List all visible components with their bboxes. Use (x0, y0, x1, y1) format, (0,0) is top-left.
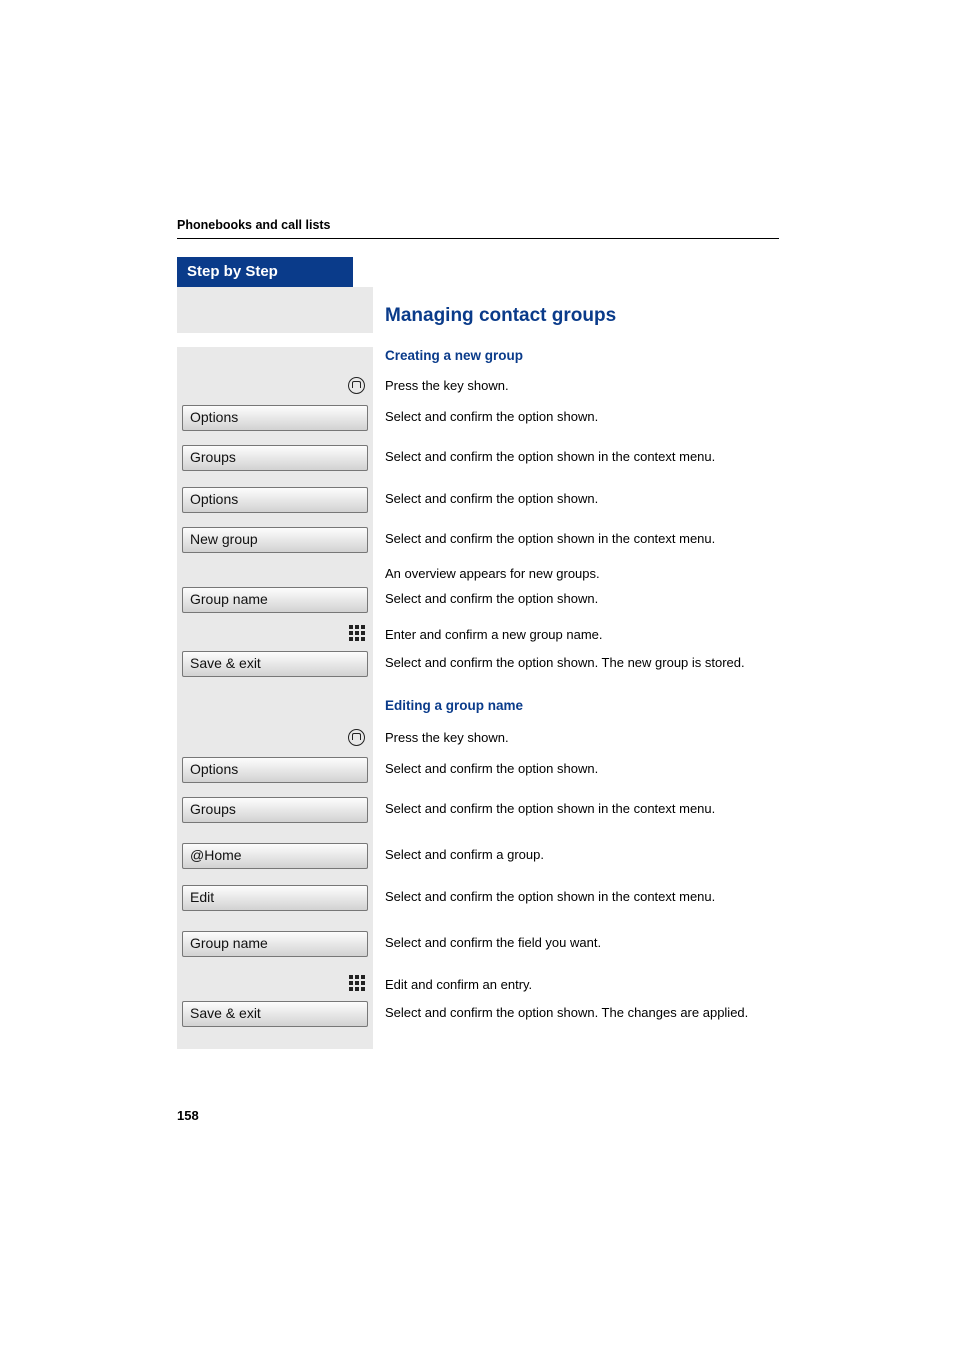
left-cell: Step by Step (177, 257, 373, 287)
step-desc: Press the key shown. (373, 729, 779, 747)
menu-option: Edit (182, 885, 368, 911)
running-header: Phonebooks and call lists (177, 218, 779, 232)
step-desc: Select and confirm the field you want. (373, 929, 779, 952)
step-desc: Select and confirm the option shown in t… (373, 883, 779, 906)
badge-row: Step by Step (177, 257, 779, 287)
step-desc: Press the key shown. (373, 377, 779, 395)
header-rule (177, 238, 779, 239)
step-row: Options Select and confirm the option sh… (177, 483, 779, 525)
step-desc: Edit and confirm an entry. (373, 971, 779, 994)
step-desc: Select and confirm the option shown. (373, 483, 779, 508)
menu-option: Save & exit (182, 1001, 368, 1027)
subsection-heading: Creating a new group (385, 347, 779, 365)
step-row: Group name Select and confirm the option… (177, 585, 779, 621)
step-row: New group Select and confirm the option … (177, 525, 779, 561)
menu-option: Options (182, 757, 368, 783)
document-page: Phonebooks and call lists Step by Step M… (0, 0, 954, 1351)
step-desc: An overview appears for new groups. (373, 561, 779, 583)
step-desc: Select and confirm the option shown. (373, 403, 779, 426)
keypad-icon (349, 625, 365, 641)
step-row: Save & exit Select and confirm the optio… (177, 999, 779, 1049)
title-row: Managing contact groups (177, 287, 779, 347)
menu-option: Group name (182, 587, 368, 613)
menu-option: Options (182, 487, 368, 513)
step-row: An overview appears for new groups. (177, 561, 779, 585)
step-row: Save & exit Select and confirm the optio… (177, 649, 779, 697)
step-row: Groups Select and confirm the option sho… (177, 443, 779, 483)
step-desc: Select and confirm the option shown. The… (373, 999, 779, 1022)
step-row: Enter and confirm a new group name. (177, 621, 779, 649)
step-desc: Select and confirm a group. (373, 841, 779, 864)
step-row: Options Select and confirm the option sh… (177, 403, 779, 443)
step-by-step-badge: Step by Step (177, 257, 353, 287)
menu-option: Groups (182, 797, 368, 823)
phonebook-key-icon (348, 377, 365, 394)
step-desc: Select and confirm the option shown. (373, 585, 779, 608)
step-row: Press the key shown. (177, 729, 779, 755)
step-desc: Select and confirm the option shown. The… (373, 649, 779, 672)
menu-option: Groups (182, 445, 368, 471)
step-row: Press the key shown. (177, 377, 779, 403)
step-row: @Home Select and confirm a group. (177, 841, 779, 883)
step-desc: Select and confirm the option shown in t… (373, 443, 779, 466)
step-desc: Select and confirm the option shown in t… (373, 795, 779, 818)
subsection-heading: Editing a group name (385, 697, 779, 715)
step-desc: Select and confirm the option shown in t… (373, 525, 779, 548)
step-row: Edit Select and confirm the option shown… (177, 883, 779, 929)
keypad-icon (349, 975, 365, 991)
phonebook-key-icon (348, 729, 365, 746)
step-desc: Select and confirm the option shown. (373, 755, 779, 778)
menu-option: @Home (182, 843, 368, 869)
menu-option: Group name (182, 931, 368, 957)
step-row: Group name Select and confirm the field … (177, 929, 779, 971)
menu-option: Options (182, 405, 368, 431)
menu-option: Save & exit (182, 651, 368, 677)
page-number: 158 (177, 1108, 199, 1123)
step-desc: Enter and confirm a new group name. (373, 621, 779, 644)
section-heading: Managing contact groups (385, 303, 779, 329)
step-row: Edit and confirm an entry. (177, 971, 779, 999)
step-row: Groups Select and confirm the option sho… (177, 795, 779, 841)
menu-option: New group (182, 527, 368, 553)
content-columns: Step by Step Managing contact groups Cre… (177, 257, 779, 1049)
step-row: Options Select and confirm the option sh… (177, 755, 779, 795)
